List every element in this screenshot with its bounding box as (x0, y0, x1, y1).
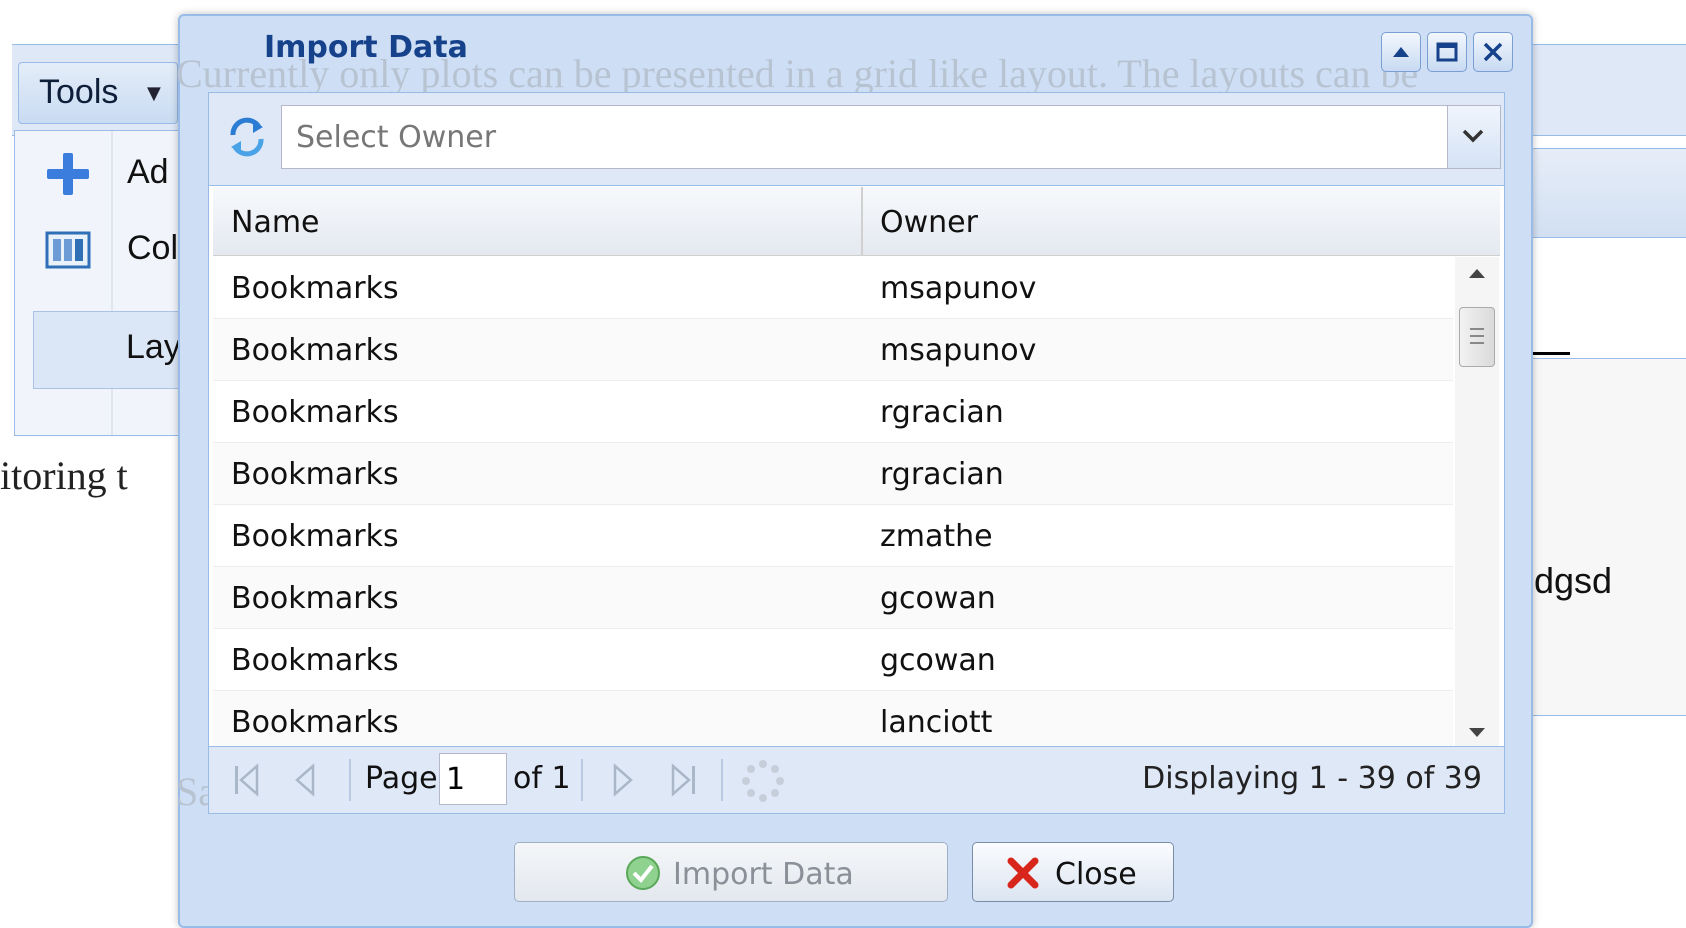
cell-owner: rgracian (880, 457, 1004, 492)
cell-owner: gcowan (880, 643, 996, 678)
column-resizer[interactable] (861, 187, 863, 255)
tools-dropdown-menu: Ad Col Lay (14, 130, 194, 436)
cell-owner: zmathe (880, 519, 993, 554)
background-text-monitoring: itoring t (0, 453, 128, 498)
cell-name: Bookmarks (231, 705, 399, 740)
refresh-icon[interactable] (223, 113, 271, 161)
columns-icon (45, 231, 91, 269)
page-label: Page (365, 761, 438, 796)
close-icon (1483, 42, 1503, 62)
dialog-title: Import Data (264, 30, 468, 65)
grid-header: Name Owner (213, 187, 1500, 256)
background-panel-header (1530, 148, 1686, 238)
cell-name: Bookmarks (231, 581, 399, 616)
collapse-button[interactable] (1381, 32, 1421, 72)
page-count-label: of 1 (513, 761, 571, 796)
cell-owner: lanciott (880, 705, 993, 740)
background-list-item[interactable]: dgsd (1534, 560, 1612, 602)
column-header-name[interactable]: Name (231, 205, 320, 240)
menu-item-columns[interactable]: Col (15, 213, 195, 285)
cell-name: Bookmarks (231, 457, 399, 492)
triangle-up-icon (1393, 47, 1409, 57)
import-data-dialog: Currently only plots can be presented in… (176, 14, 1533, 928)
cell-owner: gcowan (880, 581, 996, 616)
import-data-button[interactable]: Import Data (514, 842, 948, 902)
menu-item-label: Lay (126, 328, 181, 366)
table-row[interactable]: Bookmarks gcowan (213, 567, 1453, 629)
last-page-icon[interactable] (667, 763, 699, 797)
tools-label: Tools (39, 73, 119, 111)
background-right-panel (1530, 358, 1686, 716)
previous-page-icon[interactable] (291, 763, 319, 797)
window-tools (1381, 32, 1513, 72)
table-row[interactable]: Bookmarks rgracian (213, 381, 1453, 443)
menu-item-label: Ad (127, 153, 169, 191)
cell-name: Bookmarks (231, 395, 399, 430)
menu-item-add[interactable]: Ad (15, 137, 195, 209)
background-divider (1530, 352, 1570, 355)
cell-owner: msapunov (880, 333, 1037, 368)
dialog-body: Select Owner Name Owner Bookmarks msapuno… (208, 92, 1505, 814)
table-row[interactable]: Bookmarks gcowan (213, 629, 1453, 691)
plus-icon (47, 153, 89, 195)
grid-rows: Bookmarks msapunov Bookmarks msapunov Book… (213, 257, 1453, 749)
table-row[interactable]: Bookmarks msapunov (213, 257, 1453, 319)
cell-name: Bookmarks (231, 271, 399, 306)
cell-owner: msapunov (880, 271, 1037, 306)
menu-item-label: Col (127, 229, 179, 267)
first-page-icon[interactable] (231, 763, 263, 797)
menu-item-layout[interactable]: Lay (33, 311, 181, 389)
toolbar-separator (349, 759, 351, 801)
check-icon (626, 856, 660, 890)
chevron-down-icon: ▼ (147, 83, 161, 104)
column-header-owner[interactable]: Owner (880, 205, 978, 240)
cell-name: Bookmarks (231, 643, 399, 678)
table-row[interactable]: Bookmarks lanciott (213, 691, 1453, 749)
toolbar-separator (581, 759, 583, 801)
scroll-thumb[interactable] (1459, 307, 1495, 367)
cell-name: Bookmarks (231, 519, 399, 554)
close-label: Close (1055, 857, 1137, 892)
paging-display-info: Displaying 1 - 39 of 39 (1142, 761, 1482, 796)
close-window-button[interactable] (1473, 32, 1513, 72)
owner-select-placeholder: Select Owner (296, 120, 497, 155)
cell-name: Bookmarks (231, 333, 399, 368)
page-number-input[interactable]: 1 (439, 753, 507, 805)
owner-select[interactable]: Select Owner (281, 105, 1501, 169)
maximize-button[interactable] (1427, 32, 1467, 72)
owner-toolbar: Select Owner (209, 93, 1504, 186)
table-row[interactable]: Bookmarks rgracian (213, 443, 1453, 505)
close-button[interactable]: Close (972, 842, 1174, 902)
table-row[interactable]: Bookmarks msapunov (213, 319, 1453, 381)
import-data-label: Import Data (673, 857, 854, 892)
scroll-up-icon[interactable] (1467, 267, 1487, 279)
table-row[interactable]: Bookmarks zmathe (213, 505, 1453, 567)
paging-toolbar: Page 1 of 1 Displaying 1 - 39 of 39 (209, 746, 1504, 813)
loading-icon[interactable] (741, 759, 785, 803)
scroll-down-icon[interactable] (1467, 727, 1487, 739)
grid-vertical-scrollbar[interactable] (1455, 257, 1499, 749)
maximize-icon (1436, 42, 1458, 62)
chevron-down-icon (1462, 129, 1484, 143)
toolbar-separator (721, 759, 723, 801)
next-page-icon[interactable] (609, 763, 637, 797)
close-icon (1007, 857, 1039, 889)
tools-menu-button[interactable]: Tools ▼ (18, 62, 178, 124)
cell-owner: rgracian (880, 395, 1004, 430)
owner-select-trigger[interactable] (1447, 106, 1500, 168)
